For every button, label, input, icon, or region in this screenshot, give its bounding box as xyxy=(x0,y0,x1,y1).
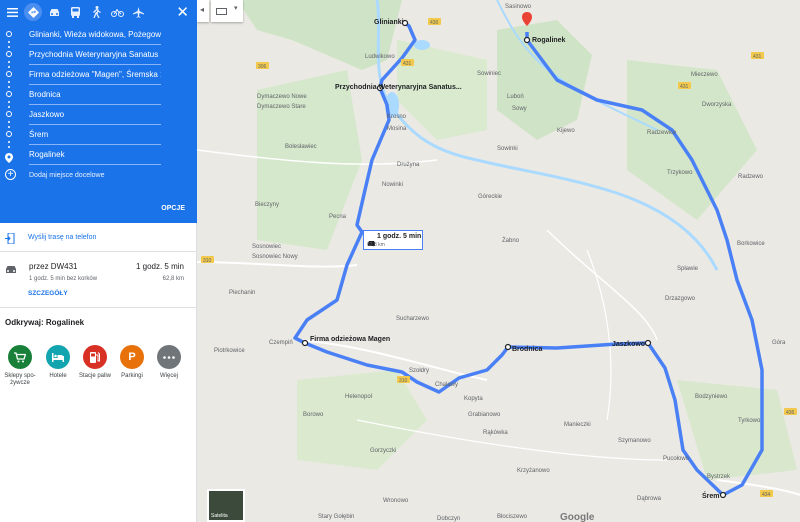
google-logo: Google xyxy=(560,512,595,522)
satellite-label: Satelita xyxy=(211,513,228,519)
walking-icon[interactable] xyxy=(87,3,105,21)
stop-marker[interactable]: Firma odzieżowa Magen xyxy=(301,336,391,347)
waypoint-dot-icon xyxy=(6,91,12,97)
send-to-phone-link[interactable]: Wyślij trasę na telefon xyxy=(28,234,96,241)
waypoint-dot-icon xyxy=(6,111,12,117)
waypoint-input-5[interactable]: Jaszkowo xyxy=(29,105,161,125)
waypoint-dot-icon xyxy=(6,51,12,57)
best-route-icon[interactable] xyxy=(24,3,42,21)
route-stops: Glinianki Rogalinek Przychodnia Weteryna… xyxy=(301,12,727,500)
category-label: Więcej xyxy=(159,373,178,379)
connector-dot xyxy=(8,106,10,108)
connector-dot xyxy=(8,61,10,63)
route-info-callout[interactable]: 1 godz. 5 min 62,8 km xyxy=(363,230,423,250)
stop-marker[interactable]: Przychodnia Weterynaryjna Sanatus... xyxy=(335,84,462,92)
car-icon[interactable] xyxy=(45,3,63,21)
map-canvas[interactable]: 430 431 306 310 310 434 431 431 436 Sasi… xyxy=(197,0,800,522)
stop-marker[interactable]: Śrem xyxy=(702,491,727,500)
connector-dot xyxy=(8,101,10,103)
category-label: Hotele xyxy=(49,373,67,379)
layers-toggle-button[interactable]: ▾ xyxy=(211,0,243,22)
waypoint-dot-icon xyxy=(6,131,12,137)
destination-pin-icon[interactable]: Rogalinek xyxy=(522,12,566,44)
menu-icon[interactable] xyxy=(3,3,21,21)
travel-mode-bar: ✕ xyxy=(0,0,197,24)
route-traffic-note: 1 godz. 5 min bez korków xyxy=(29,276,98,282)
connector-dot xyxy=(8,46,10,48)
destination-pin-icon xyxy=(5,150,13,168)
category-label: Parkingi xyxy=(121,373,143,379)
add-destination-link[interactable]: Dodaj miejsce docelowe xyxy=(29,172,104,179)
route-distance: 62,8 km xyxy=(162,276,184,282)
callout-distance: 62,8 km xyxy=(367,242,385,248)
stop-marker[interactable]: Glinianki xyxy=(374,19,409,27)
close-icon[interactable]: ✕ xyxy=(176,3,189,21)
directions-panel: ✕ Glinianki, Wieża widokowa, Pożegowska … xyxy=(0,0,197,522)
waypoint-input-4[interactable]: Brodnica xyxy=(29,85,161,105)
waypoint-input-2[interactable]: Przychodnia Weterynaryjna Sanatus M.P xyxy=(29,45,161,65)
waypoint-dot-icon xyxy=(6,71,12,77)
waypoint-dot-icon xyxy=(6,31,12,37)
svg-text:Firma odzieżowa Magen: Firma odzieżowa Magen xyxy=(310,336,390,343)
chevron-down-icon: ▾ xyxy=(234,5,238,12)
svg-text:Glinianki: Glinianki xyxy=(374,19,404,26)
category-more[interactable]: Więcej xyxy=(149,345,189,380)
collapse-panel-button[interactable]: ◂ xyxy=(197,0,209,22)
fuel-icon xyxy=(83,345,107,369)
bed-icon xyxy=(46,345,70,369)
waypoint-input-7[interactable]: Rogalinek xyxy=(29,145,161,165)
connector-dot xyxy=(8,141,10,143)
connector-dot xyxy=(8,121,10,123)
stop-marker[interactable]: Brodnica xyxy=(504,343,543,354)
connector-dot xyxy=(8,86,10,88)
cart-icon xyxy=(8,345,32,369)
route-via[interactable]: przez DW431 xyxy=(29,262,77,271)
category-label: Stacje paliw xyxy=(78,373,111,379)
connector-dot xyxy=(8,146,10,148)
more-icon xyxy=(157,345,181,369)
discover-title: Odkrywaj: Rogalinek xyxy=(5,318,85,327)
stop-marker[interactable]: Jaszkowo xyxy=(612,339,652,349)
car-route-icon xyxy=(5,261,17,279)
chevron-left-icon: ◂ xyxy=(200,5,205,14)
bicycle-icon[interactable] xyxy=(108,3,126,21)
waypoint-input-6[interactable]: Śrem xyxy=(29,125,161,145)
divider xyxy=(0,251,197,252)
waypoint-input-3[interactable]: Firma odzieżowa "Magen", Śremska 15, xyxy=(29,65,161,85)
waypoint-input-1[interactable]: Glinianki, Wieża widokowa, Pożegowska xyxy=(29,25,161,45)
category-hotels[interactable]: Hotele xyxy=(38,345,78,380)
details-button[interactable]: SZCZEGÓŁY xyxy=(28,290,68,297)
send-to-phone-icon[interactable] xyxy=(5,231,16,249)
options-button[interactable]: OPCJE xyxy=(161,205,185,212)
svg-text:Jaszkowo: Jaszkowo xyxy=(612,341,645,348)
connector-dot xyxy=(8,41,10,43)
svg-text:Śrem: Śrem xyxy=(702,491,720,500)
category-fuel[interactable]: Stacje paliw xyxy=(75,345,115,380)
divider xyxy=(0,307,197,308)
category-label: Sklepy spo-żywcze xyxy=(4,373,36,386)
category-groceries[interactable]: Sklepy spo-żywcze xyxy=(0,345,40,387)
route-duration: 1 godz. 5 min xyxy=(135,262,184,271)
connector-dot xyxy=(8,126,10,128)
transit-icon[interactable] xyxy=(66,3,84,21)
directions-header: ✕ Glinianki, Wieża widokowa, Pożegowska … xyxy=(0,0,197,223)
connector-dot xyxy=(8,81,10,83)
callout-duration: 1 godz. 5 min xyxy=(377,233,422,240)
satellite-layer-toggle[interactable]: Satelita xyxy=(207,489,245,522)
flight-icon[interactable] xyxy=(129,3,147,21)
category-parking[interactable]: P Parkingi xyxy=(112,345,152,380)
connector-dot xyxy=(8,66,10,68)
parking-icon: P xyxy=(120,345,144,369)
svg-text:Brodnica: Brodnica xyxy=(512,346,542,353)
svg-text:Przychodnia Weterynaryjna Sana: Przychodnia Weterynaryjna Sanatus... xyxy=(335,84,462,91)
svg-text:Rogalinek: Rogalinek xyxy=(532,37,566,44)
add-destination-icon[interactable]: + xyxy=(5,169,16,180)
keyboard-icon xyxy=(216,8,227,15)
